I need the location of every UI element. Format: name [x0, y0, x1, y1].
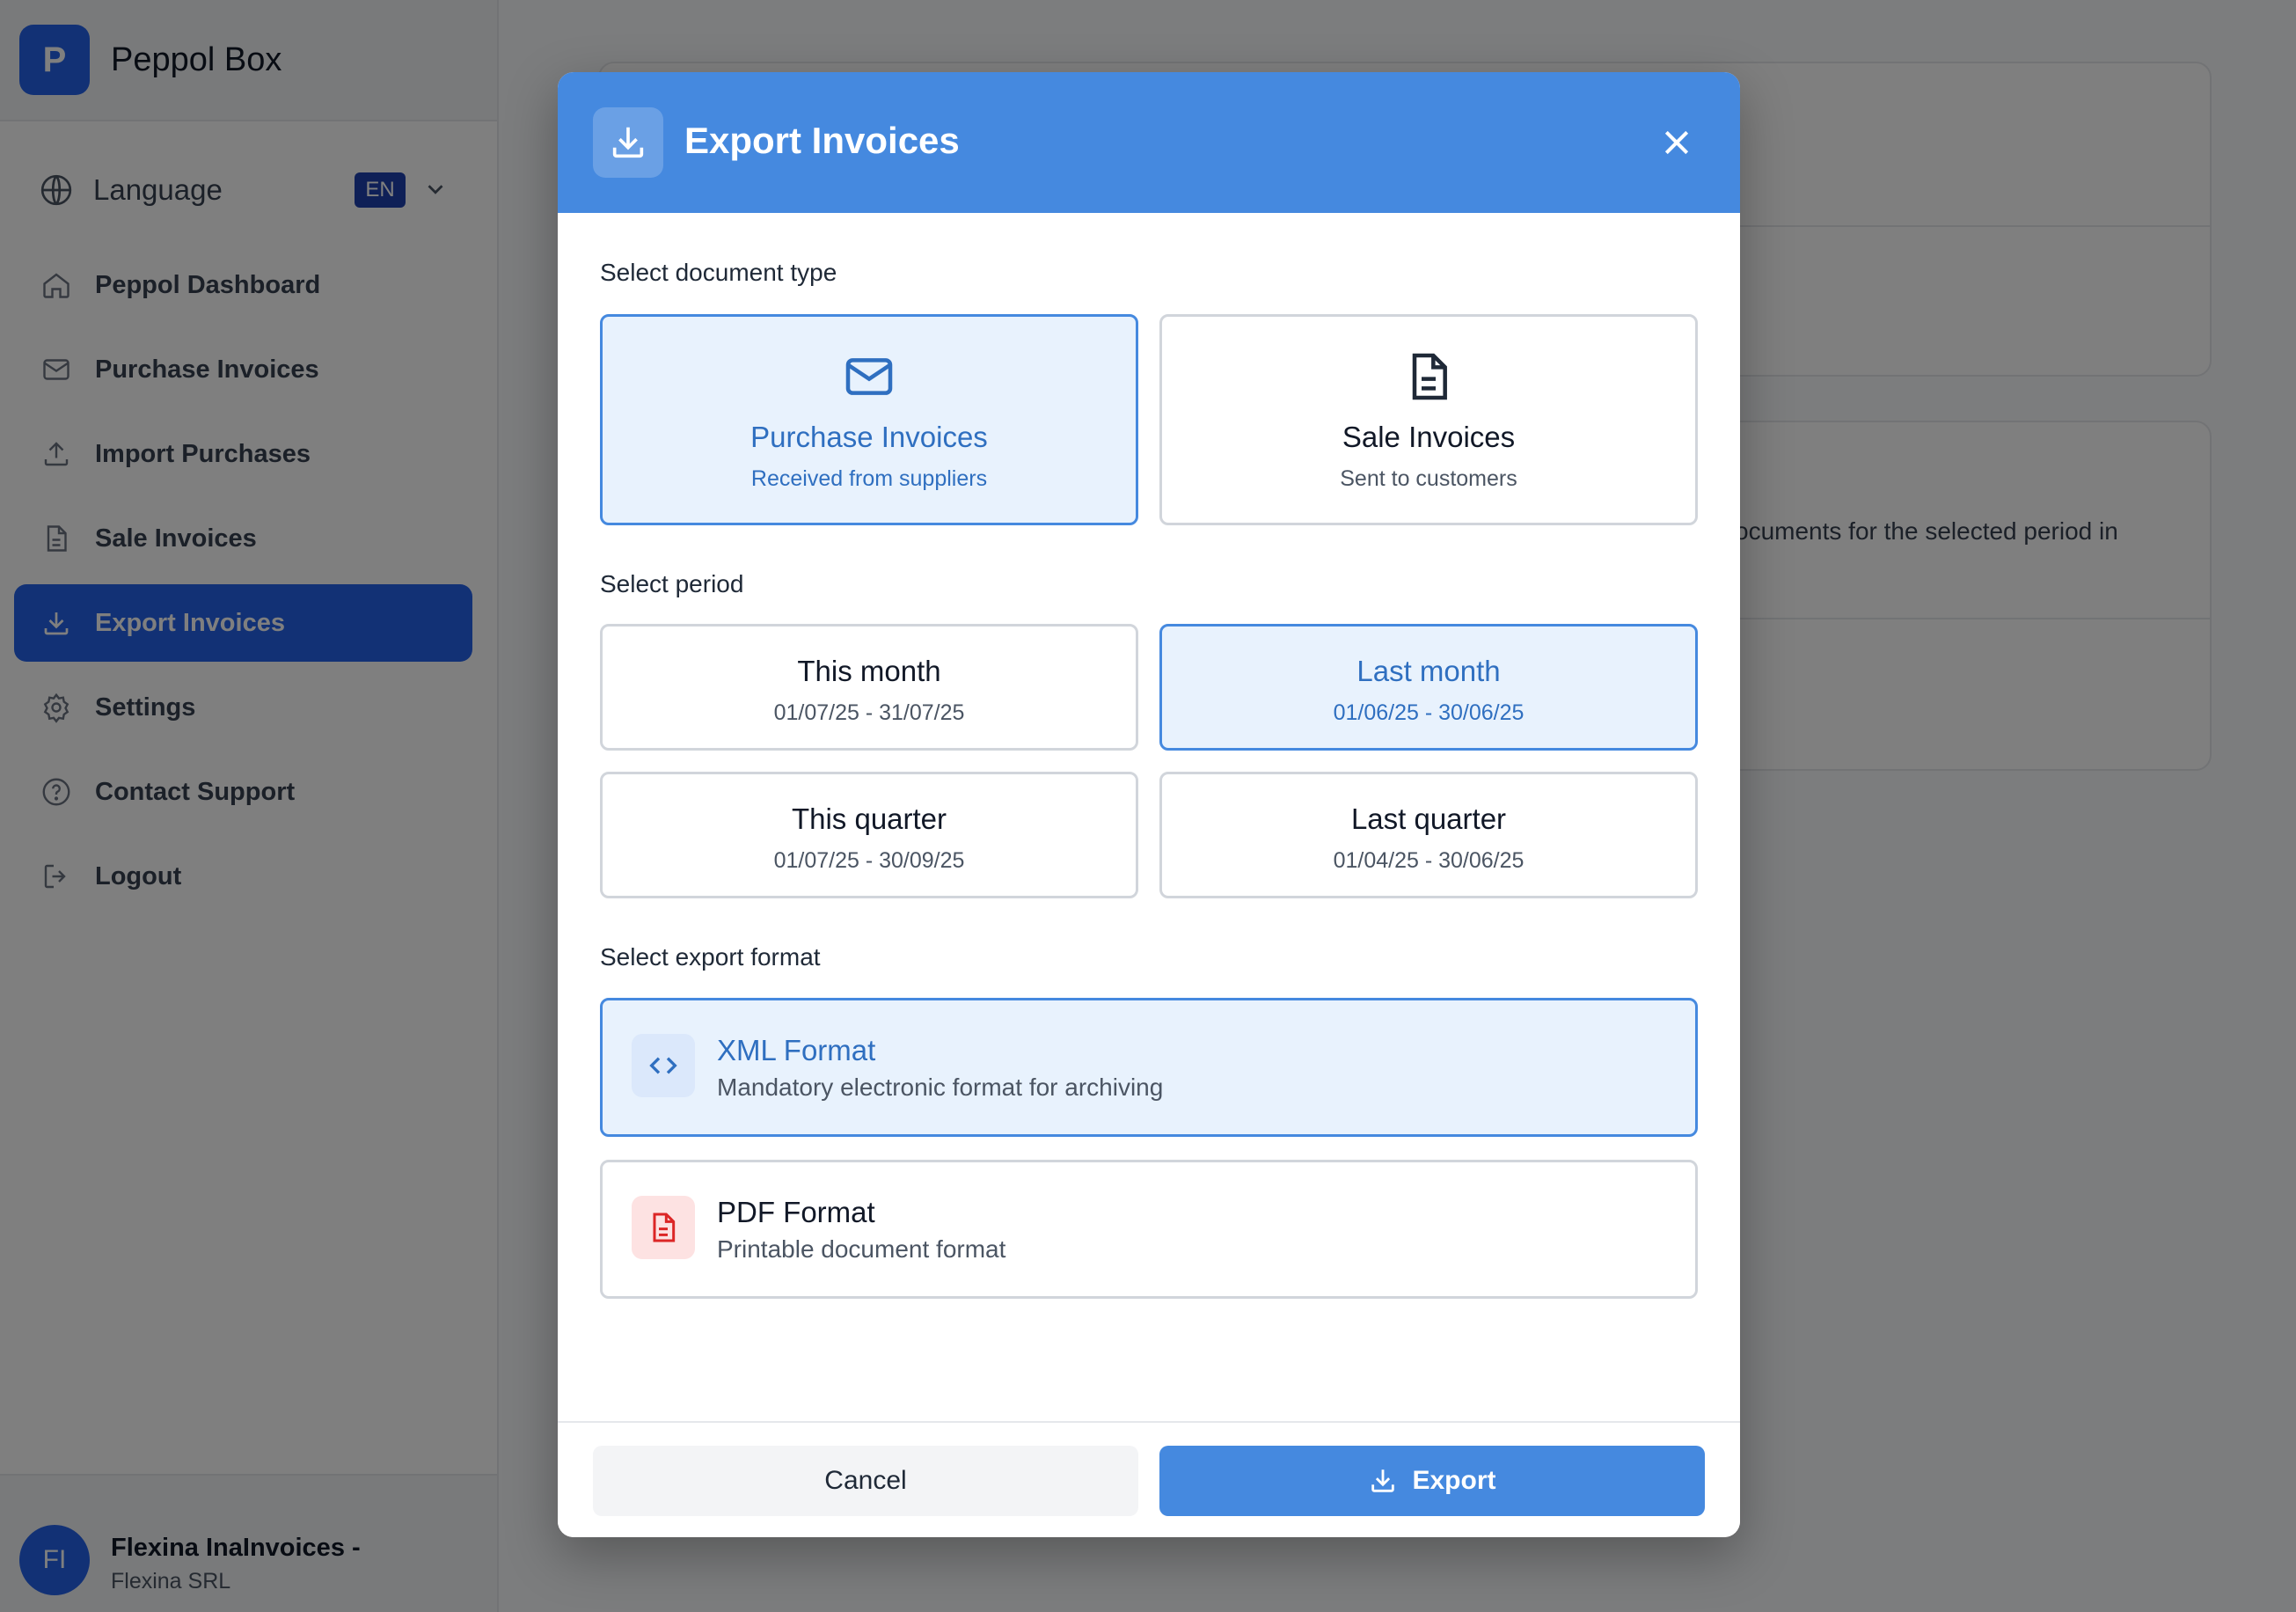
period-last-month[interactable]: Last month 01/06/25 - 30/06/25	[1159, 624, 1698, 751]
option-sale-invoices[interactable]: Sale Invoices Sent to customers	[1159, 314, 1698, 525]
period-this-quarter[interactable]: This quarter 01/07/25 - 30/09/25	[600, 772, 1138, 898]
option-subtitle: Sent to customers	[1340, 466, 1517, 491]
export-invoices-dialog: Export Invoices Select document type Pur…	[558, 72, 1740, 1537]
option-title: Sale Invoices	[1342, 421, 1516, 453]
close-button[interactable]	[1656, 121, 1698, 164]
period-title: Last quarter	[1350, 802, 1507, 835]
mail-icon	[603, 348, 1136, 405]
download-icon	[593, 107, 663, 178]
format-title: PDF Format	[717, 1196, 875, 1228]
period-title: Last month	[1356, 655, 1501, 687]
period-title: This quarter	[791, 802, 947, 835]
period-this-month[interactable]: This month 01/07/25 - 31/07/25	[600, 624, 1138, 751]
option-title: Purchase Invoices	[750, 421, 988, 453]
document-icon	[1162, 348, 1695, 405]
modal-footer: Cancel Export	[558, 1421, 1740, 1537]
modal-header: Export Invoices	[558, 72, 1740, 213]
format-subtitle: Printable document format	[717, 1235, 1006, 1263]
period-range: 01/07/25 - 30/09/25	[773, 848, 965, 873]
download-icon	[1371, 1469, 1395, 1492]
format-xml[interactable]: XML Format Mandatory electronic format f…	[600, 998, 1698, 1137]
code-icon	[632, 1034, 695, 1097]
format-title: XML Format	[717, 1034, 876, 1066]
option-purchase-invoices[interactable]: Purchase Invoices Received from supplier…	[600, 314, 1138, 525]
modal-title: Export Invoices	[684, 120, 960, 161]
export-format-label: Select export format	[600, 943, 821, 971]
document-type-label: Select document type	[600, 259, 837, 286]
period-range: 01/06/25 - 30/06/25	[1333, 700, 1525, 725]
export-button-label: Export	[1412, 1466, 1496, 1495]
period-range: 01/04/25 - 30/06/25	[1333, 848, 1525, 873]
close-icon	[1664, 130, 1689, 155]
period-range: 01/07/25 - 31/07/25	[773, 700, 965, 725]
period-title: This month	[797, 655, 941, 687]
option-subtitle: Received from suppliers	[750, 466, 988, 491]
cancel-button[interactable]: Cancel	[593, 1446, 1138, 1516]
export-button[interactable]: Export	[1159, 1446, 1705, 1516]
period-last-quarter[interactable]: Last quarter 01/04/25 - 30/06/25	[1159, 772, 1698, 898]
pdf-file-icon	[632, 1196, 695, 1259]
format-pdf[interactable]: PDF Format Printable document format	[600, 1160, 1698, 1299]
format-subtitle: Mandatory electronic format for archivin…	[717, 1073, 1164, 1101]
period-label: Select period	[600, 570, 744, 597]
